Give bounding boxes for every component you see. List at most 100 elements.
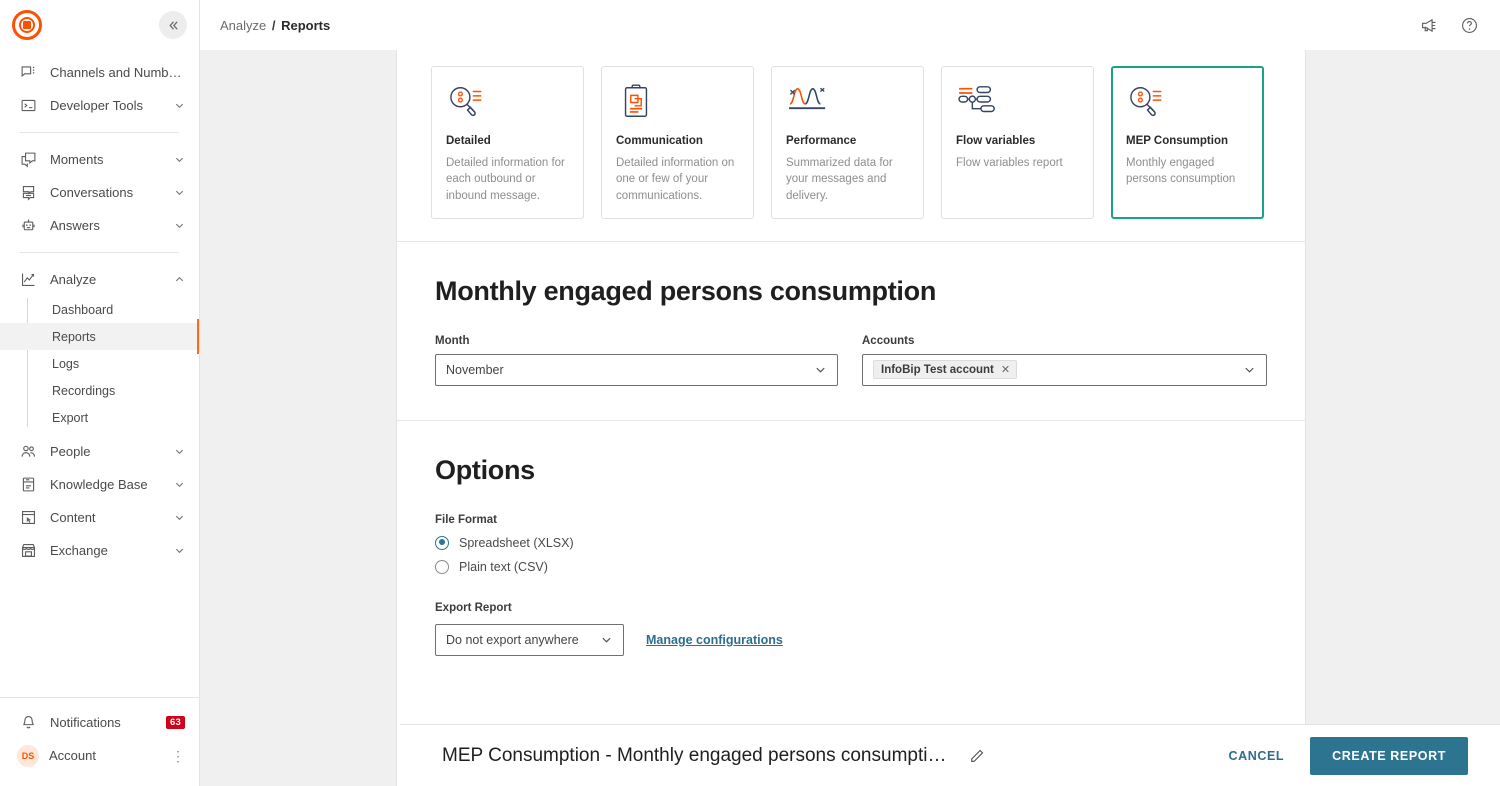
close-icon[interactable]: ✕ [1001, 363, 1010, 376]
card-description: Monthly engaged persons consumption [1126, 155, 1249, 188]
sidebar-item-answers[interactable]: Answers [0, 209, 199, 242]
radio-label: Spreadsheet (XLSX) [459, 536, 574, 550]
card-description: Flow variables report [956, 155, 1079, 171]
sidebar-item-notifications[interactable]: Notifications 63 [0, 706, 199, 739]
sidebar-item-label: Content [50, 510, 173, 525]
chevron-down-icon [173, 154, 185, 166]
report-builder-sheet: Detailed Detailed information for each o… [396, 50, 1306, 786]
megaphone-icon[interactable] [1418, 14, 1440, 36]
sidebar-item-export[interactable]: Export [0, 404, 199, 431]
file-format-label: File Format [435, 514, 1267, 526]
breadcrumb-parent[interactable]: Analyze [220, 18, 266, 33]
top-bar-actions [1418, 14, 1480, 36]
chevron-down-icon [1243, 363, 1256, 376]
sidebar-nav: Channels and Numbers Developer Tools [0, 50, 199, 697]
flow-nodes-icon [956, 83, 1079, 123]
magnifier-list-icon [1126, 83, 1249, 123]
card-title: Detailed [446, 135, 569, 147]
chevron-down-icon [600, 633, 613, 646]
book-icon [18, 475, 38, 495]
report-type-card-flow-variables[interactable]: Flow variables Flow variables report [941, 66, 1094, 219]
infobip-logo-icon[interactable] [12, 10, 42, 40]
sidebar-collapse-button[interactable] [159, 11, 187, 39]
sidebar-item-people[interactable]: People [0, 435, 199, 468]
report-type-card-detailed[interactable]: Detailed Detailed information for each o… [431, 66, 584, 219]
sidebar-item-label: People [50, 444, 173, 459]
pencil-icon[interactable] [968, 747, 986, 765]
report-type-section: Detailed Detailed information for each o… [397, 50, 1305, 242]
chevron-down-icon [173, 220, 185, 232]
chart-line-icon [18, 270, 38, 290]
content-area: Detailed Detailed information for each o… [200, 50, 1500, 786]
sidebar-item-conversations[interactable]: Conversations [0, 176, 199, 209]
sidebar-item-content[interactable]: Content [0, 501, 199, 534]
sidebar-item-logs[interactable]: Logs [0, 350, 199, 377]
card-title: Flow variables [956, 135, 1079, 147]
clipboard-icon [616, 83, 739, 123]
radio-spreadsheet-xlsx[interactable]: Spreadsheet (XLSX) [435, 536, 1267, 550]
sidebar-subitem-label: Recordings [52, 384, 115, 398]
sidebar-item-label: Developer Tools [50, 98, 173, 113]
sidebar-divider [20, 132, 179, 133]
radio-plain-text-csv[interactable]: Plain text (CSV) [435, 560, 1267, 574]
content-icon [18, 508, 38, 528]
card-title: MEP Consumption [1126, 135, 1249, 147]
export-report-row: Do not export anywhere Manage configurat… [435, 624, 1267, 656]
sidebar-item-label: Moments [50, 152, 173, 167]
sidebar-subitem-label: Logs [52, 357, 79, 371]
sidebar-item-account[interactable]: DS Account ⋮ [0, 739, 199, 772]
report-name: MEP Consumption - Monthly engaged person… [442, 745, 946, 767]
sidebar-item-knowledge-base[interactable]: Knowledge Base [0, 468, 199, 501]
page-title: Monthly engaged persons consumption [435, 276, 1267, 307]
chevron-down-icon [814, 363, 827, 376]
sidebar-item-developer-tools[interactable]: Developer Tools [0, 89, 199, 122]
chevron-down-icon [173, 545, 185, 557]
sidebar-item-analyze[interactable]: Analyze [0, 263, 199, 296]
account-chip-label: InfoBip Test account [881, 364, 994, 376]
sidebar-item-recordings[interactable]: Recordings [0, 377, 199, 404]
sidebar-item-reports[interactable]: Reports [0, 323, 199, 350]
sidebar-item-label: Answers [50, 218, 173, 233]
report-type-card-communication[interactable]: Communication Detailed information on on… [601, 66, 754, 219]
sidebar-item-dashboard[interactable]: Dashboard [0, 296, 199, 323]
store-icon [18, 541, 38, 561]
card-title: Performance [786, 135, 909, 147]
chevron-double-left-icon [167, 19, 180, 32]
sidebar: Channels and Numbers Developer Tools [0, 0, 200, 786]
manage-configurations-link[interactable]: Manage configurations [646, 633, 783, 647]
report-type-cards: Detailed Detailed information for each o… [431, 66, 1271, 219]
sidebar-item-exchange[interactable]: Exchange [0, 534, 199, 567]
radio-button[interactable] [435, 536, 449, 550]
sidebar-item-moments[interactable]: Moments [0, 143, 199, 176]
help-circle-icon[interactable] [1458, 14, 1480, 36]
export-report-select[interactable]: Do not export anywhere [435, 624, 624, 656]
accounts-multiselect[interactable]: InfoBip Test account ✕ [862, 354, 1267, 386]
month-label: Month [435, 335, 838, 347]
report-type-card-mep-consumption[interactable]: MEP Consumption Monthly engaged persons … [1111, 66, 1264, 219]
report-type-card-performance[interactable]: Performance Summarized data for your mes… [771, 66, 924, 219]
sidebar-item-label: Analyze [50, 272, 173, 287]
breadcrumb: Analyze / Reports [220, 18, 330, 33]
notifications-badge: 63 [166, 716, 185, 729]
chevron-down-icon [173, 100, 185, 112]
sidebar-item-channels-and-numbers[interactable]: Channels and Numbers [0, 56, 199, 89]
chevron-up-icon [173, 274, 185, 286]
sidebar-item-label: Conversations [50, 185, 173, 200]
waveform-icon [786, 83, 909, 123]
month-value: November [446, 363, 806, 377]
avatar: DS [17, 745, 39, 767]
radio-button[interactable] [435, 560, 449, 574]
create-report-button[interactable]: CREATE REPORT [1310, 737, 1468, 775]
options-title: Options [435, 455, 1267, 486]
accounts-chips: InfoBip Test account ✕ [873, 360, 1235, 379]
kebab-menu-icon[interactable]: ⋮ [171, 749, 185, 763]
sidebar-item-label: Channels and Numbers [50, 65, 185, 80]
chevron-down-icon [173, 512, 185, 524]
card-description: Detailed information for each outbound o… [446, 155, 569, 204]
chat-dots-icon [18, 63, 38, 83]
options-section: Options File Format Spreadsheet (XLSX) P… [397, 421, 1305, 696]
top-bar: Analyze / Reports [200, 0, 1500, 50]
cancel-button[interactable]: CANCEL [1214, 739, 1298, 773]
month-select[interactable]: November [435, 354, 838, 386]
sidebar-item-label: Exchange [50, 543, 173, 558]
